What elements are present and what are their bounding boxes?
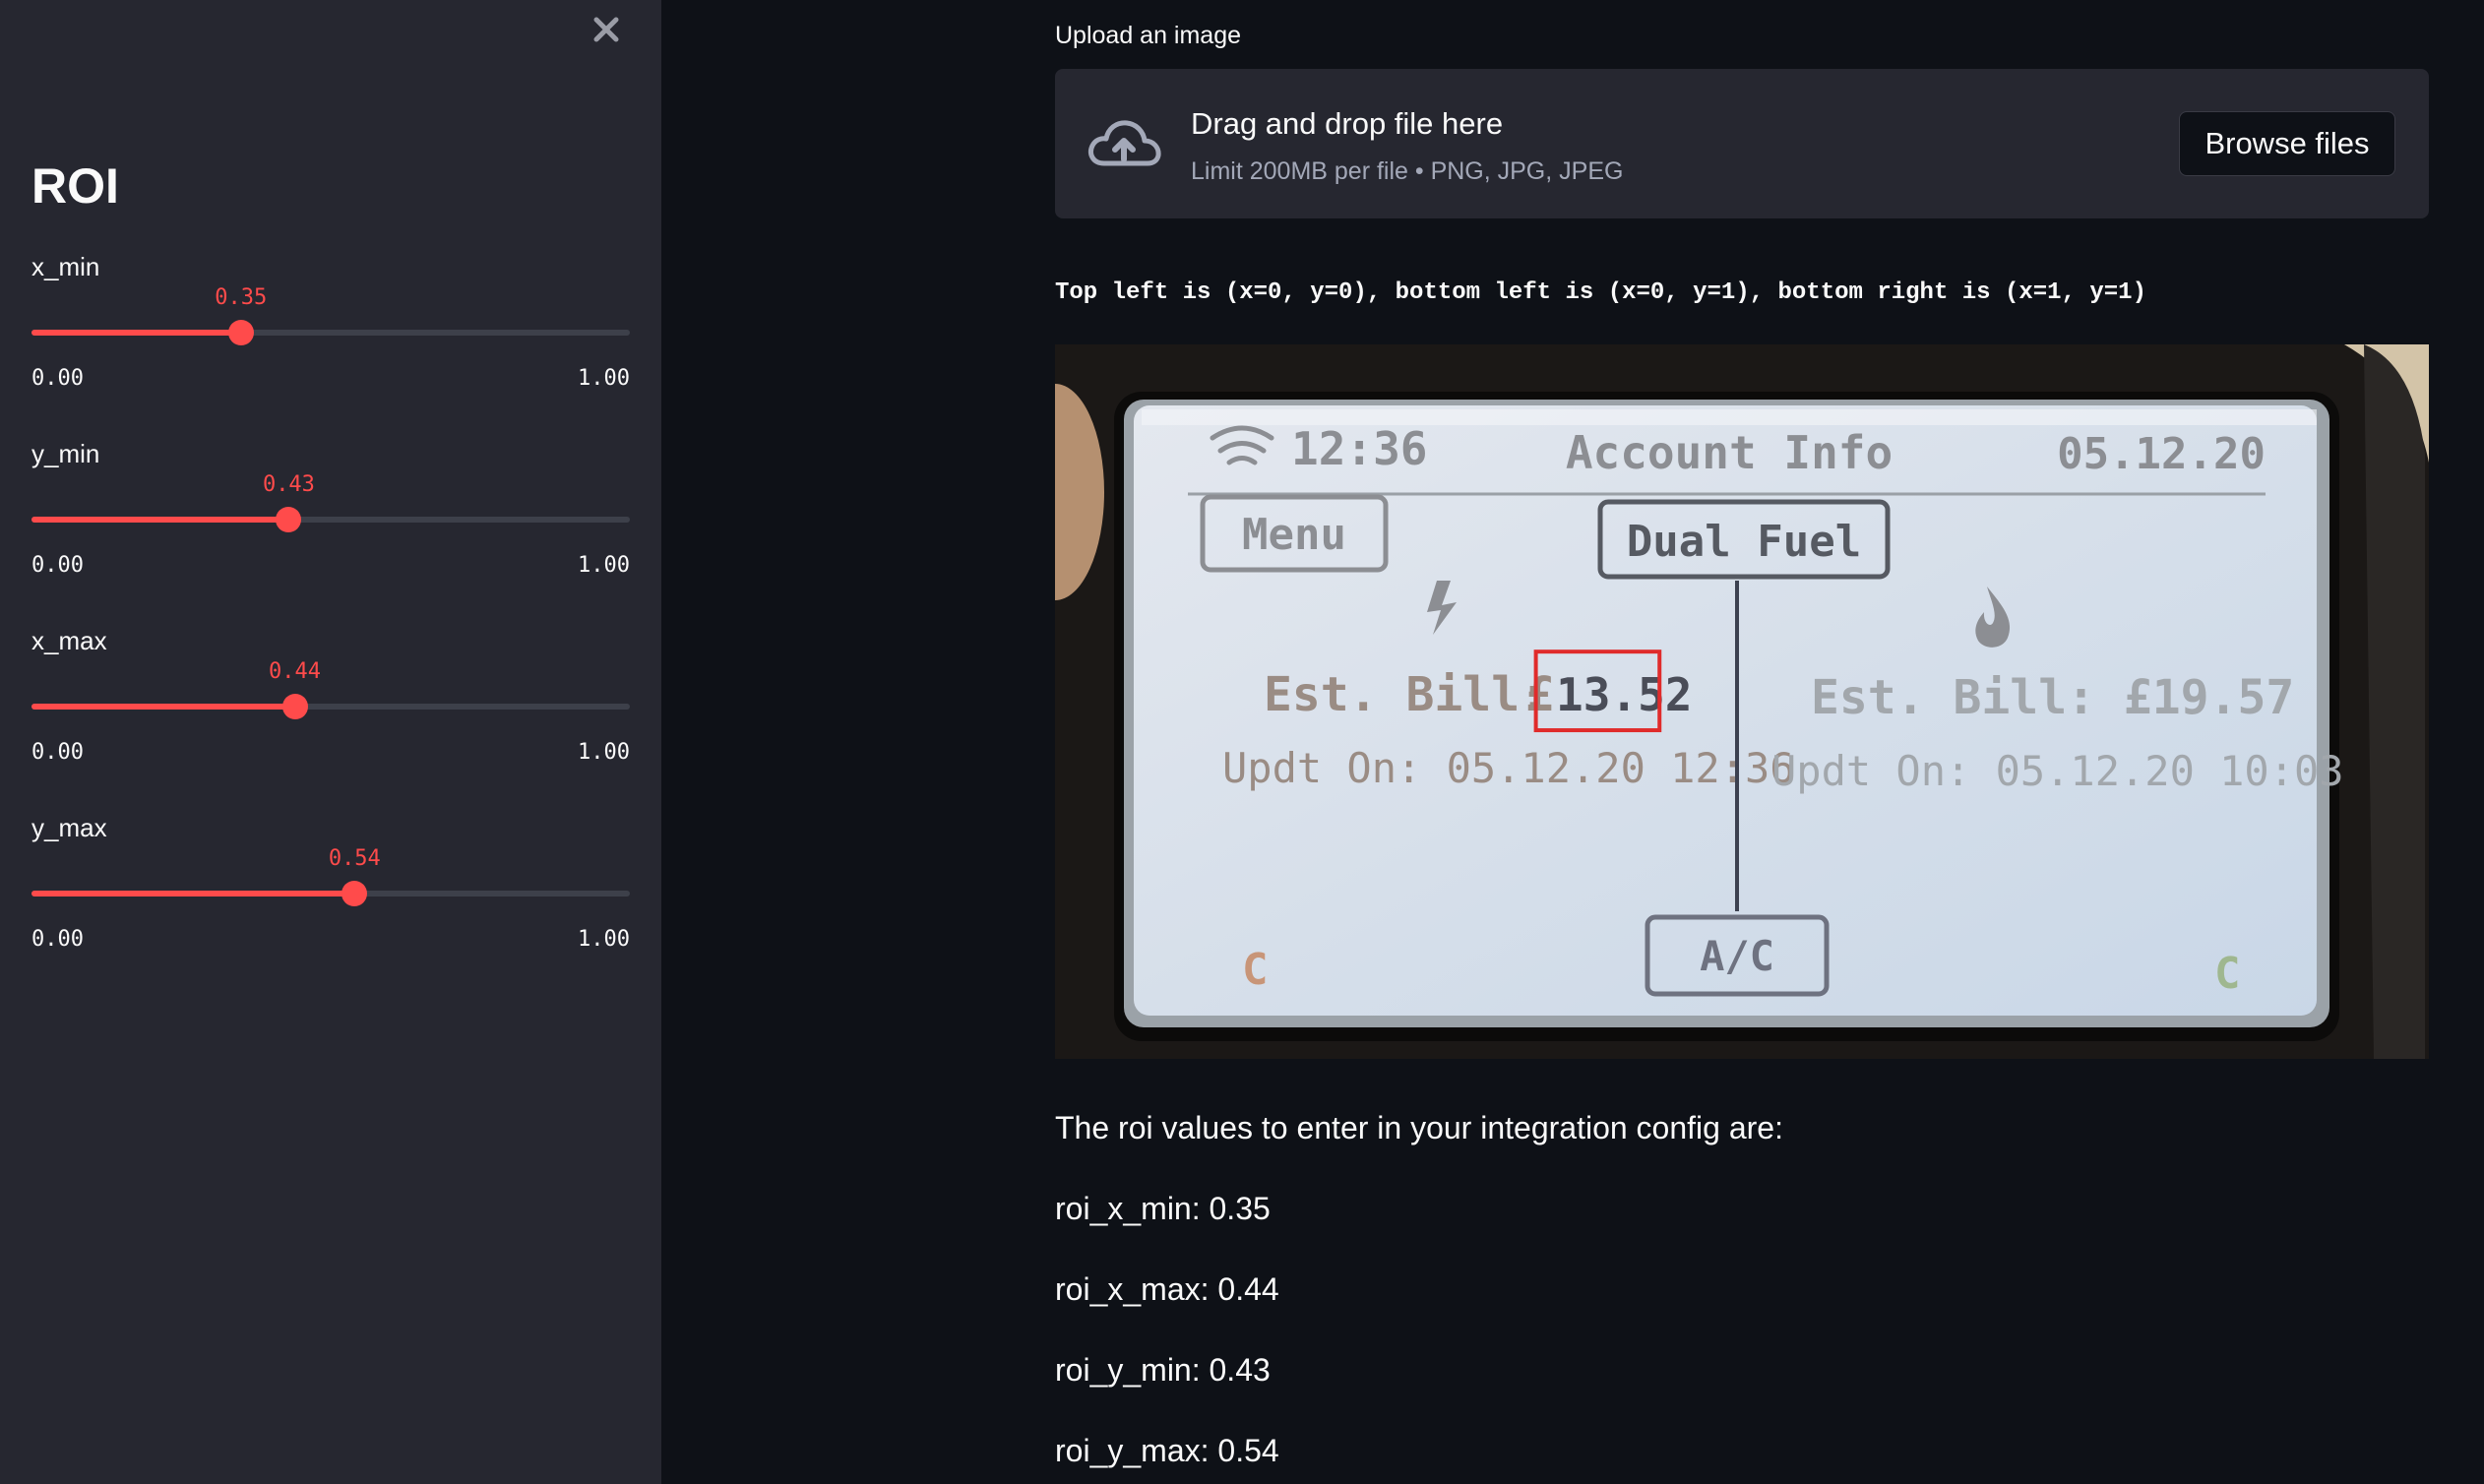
slider-y-min: y_min 0.43 0.00 1.00 — [31, 439, 630, 626]
right-status-letter: C — [2214, 949, 2241, 999]
slider-thumb[interactable] — [276, 507, 302, 532]
slider-value: 0.35 — [215, 285, 268, 310]
slider-min-label: 0.00 — [31, 927, 84, 952]
slider-max-label: 1.00 — [578, 553, 630, 578]
roi-x-min-text: roi_x_min: 0.35 — [1055, 1191, 1271, 1226]
display-title: Account Info — [1566, 426, 1893, 479]
slider-label: x_max — [31, 626, 107, 655]
roi-y-min-text: roi_y_min: 0.43 — [1055, 1352, 1271, 1388]
meter-photo: 12:36 Account Info 05.12.20 Menu Dual Fu… — [1055, 344, 2429, 1059]
slider-y-max: y_max 0.54 0.00 1.00 — [31, 813, 630, 1000]
roi-x-max-text: roi_x_max: 0.44 — [1055, 1271, 1279, 1307]
slider-track[interactable] — [31, 507, 630, 532]
close-icon — [593, 17, 619, 42]
roi-y-max-text: roi_y_max: 0.54 — [1055, 1433, 1279, 1468]
sidebar: ROI x_min 0.35 0.00 1.00 y_min 0.43 0.00… — [0, 0, 661, 1484]
display-date: 05.12.20 — [2057, 429, 2266, 479]
display-time: 12:36 — [1291, 422, 1427, 475]
upload-label: Upload an image — [1055, 22, 1242, 49]
slider-min-label: 0.00 — [31, 553, 84, 578]
uploaded-image-preview: 12:36 Account Info 05.12.20 Menu Dual Fu… — [1055, 344, 2429, 1059]
slider-label: y_max — [31, 813, 107, 842]
slider-thumb[interactable] — [342, 881, 368, 906]
roi-intro-text: The roi values to enter in your integrat… — [1055, 1110, 1783, 1145]
slider-min-label: 0.00 — [31, 366, 84, 391]
slider-x-min: x_min 0.35 0.00 1.00 — [31, 252, 630, 439]
slider-fill — [31, 517, 289, 523]
slider-max-label: 1.00 — [578, 740, 630, 765]
display-ac-label: A/C — [1700, 932, 1774, 980]
slider-fill — [31, 704, 295, 710]
left-bill-currency: £ — [1525, 667, 1554, 722]
slider-label: y_min — [31, 439, 100, 468]
left-updated-text: Updt On: 05.12.20 12:36 — [1222, 744, 1795, 792]
cloud-upload-icon — [1088, 120, 1161, 166]
app-root: ROI x_min 0.35 0.00 1.00 y_min 0.43 0.00… — [0, 0, 2484, 1484]
slider-thumb[interactable] — [227, 320, 254, 345]
slider-max-label: 1.00 — [578, 927, 630, 952]
left-status-letter: C — [1242, 945, 1269, 995]
close-sidebar-button[interactable] — [585, 8, 628, 51]
right-bill-text: Est. Bill: £19.57 — [1811, 670, 2294, 725]
slider-x-max: x_max 0.44 0.00 1.00 — [31, 626, 630, 813]
slider-min-label: 0.00 — [31, 740, 84, 765]
file-dropzone[interactable]: Drag and drop file here Limit 200MB per … — [1055, 69, 2429, 218]
left-bill-label: Est. Bill: — [1264, 667, 1548, 722]
left-bill-value: 13.52 — [1556, 668, 1692, 721]
right-updated-text: Updt On: 05.12.20 10:03 — [1771, 747, 2344, 795]
browse-files-button[interactable]: Browse files — [2179, 111, 2395, 176]
coordinate-hint: Top left is (x=0, y=0), bottom left is (… — [1055, 279, 2146, 306]
slider-label: x_min — [31, 252, 100, 281]
dropzone-title: Drag and drop file here — [1191, 106, 1504, 141]
slider-track[interactable] — [31, 320, 630, 345]
slider-thumb[interactable] — [281, 694, 308, 719]
slider-track[interactable] — [31, 881, 630, 906]
slider-value: 0.43 — [262, 472, 315, 497]
display-fuel-label: Dual Fuel — [1627, 517, 1861, 567]
dropzone-subtitle: Limit 200MB per file • PNG, JPG, JPEG — [1191, 157, 1624, 185]
slider-value: 0.44 — [269, 659, 322, 684]
sidebar-title: ROI — [31, 158, 119, 214]
slider-fill — [31, 891, 355, 897]
slider-max-label: 1.00 — [578, 366, 630, 391]
slider-fill — [31, 330, 241, 336]
display-menu-label: Menu — [1242, 510, 1346, 560]
slider-track[interactable] — [31, 694, 630, 719]
slider-value: 0.54 — [328, 846, 381, 871]
